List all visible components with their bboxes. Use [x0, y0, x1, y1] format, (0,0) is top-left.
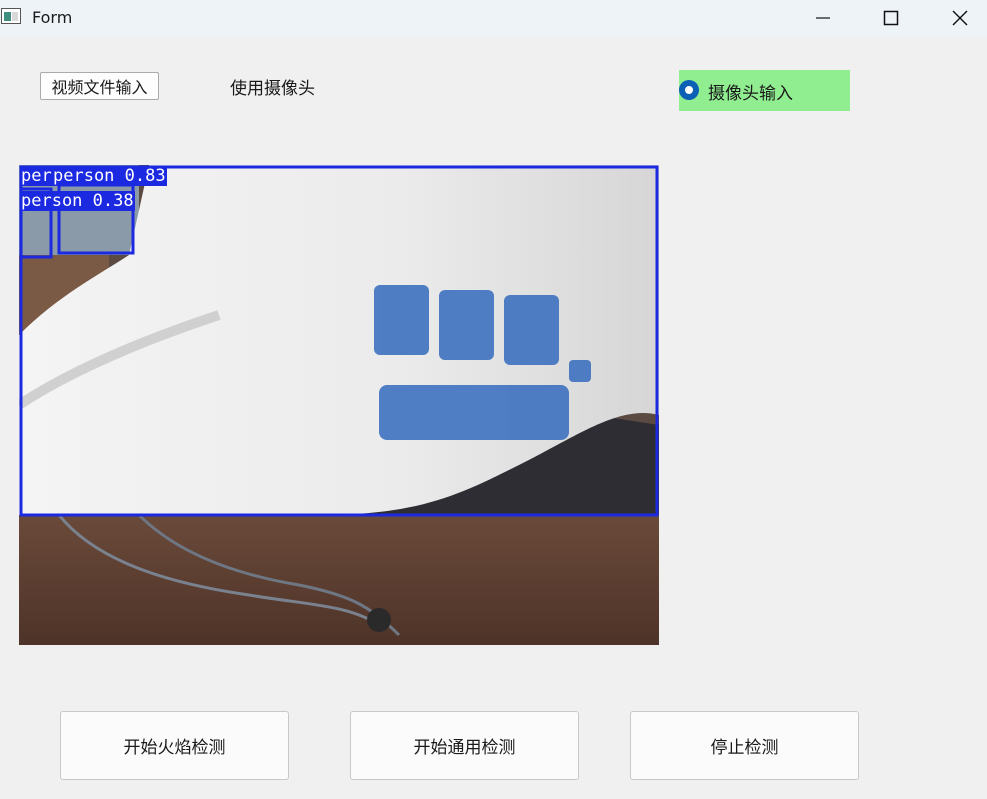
stop-detection-button[interactable]: 停止检测: [630, 711, 859, 780]
maximize-icon: [883, 10, 899, 26]
detection-label: per: [20, 166, 53, 186]
video-feed: person 0.83 person 0.38 per: [19, 165, 659, 645]
maximize-button[interactable]: [862, 0, 920, 36]
video-file-input-button[interactable]: 视频文件输入: [40, 72, 159, 100]
minimize-icon: [816, 17, 830, 19]
start-fire-detection-button[interactable]: 开始火焰检测: [60, 711, 289, 780]
minimize-button[interactable]: [794, 0, 852, 36]
camera-input-radio[interactable]: [679, 80, 699, 100]
close-button[interactable]: [931, 0, 987, 36]
camera-frame-image: [19, 165, 659, 645]
title-bar: Form: [0, 0, 987, 36]
camera-input-radio-label[interactable]: 摄像头输入: [708, 79, 793, 104]
close-icon: [952, 10, 968, 26]
app-window-icon: [1, 8, 21, 24]
detection-label: person 0.83: [52, 166, 167, 186]
window-title: Form: [32, 8, 73, 27]
start-general-detection-button[interactable]: 开始通用检测: [350, 711, 579, 780]
detection-label: person 0.38: [20, 191, 135, 211]
use-camera-label: 使用摄像头: [230, 79, 315, 99]
